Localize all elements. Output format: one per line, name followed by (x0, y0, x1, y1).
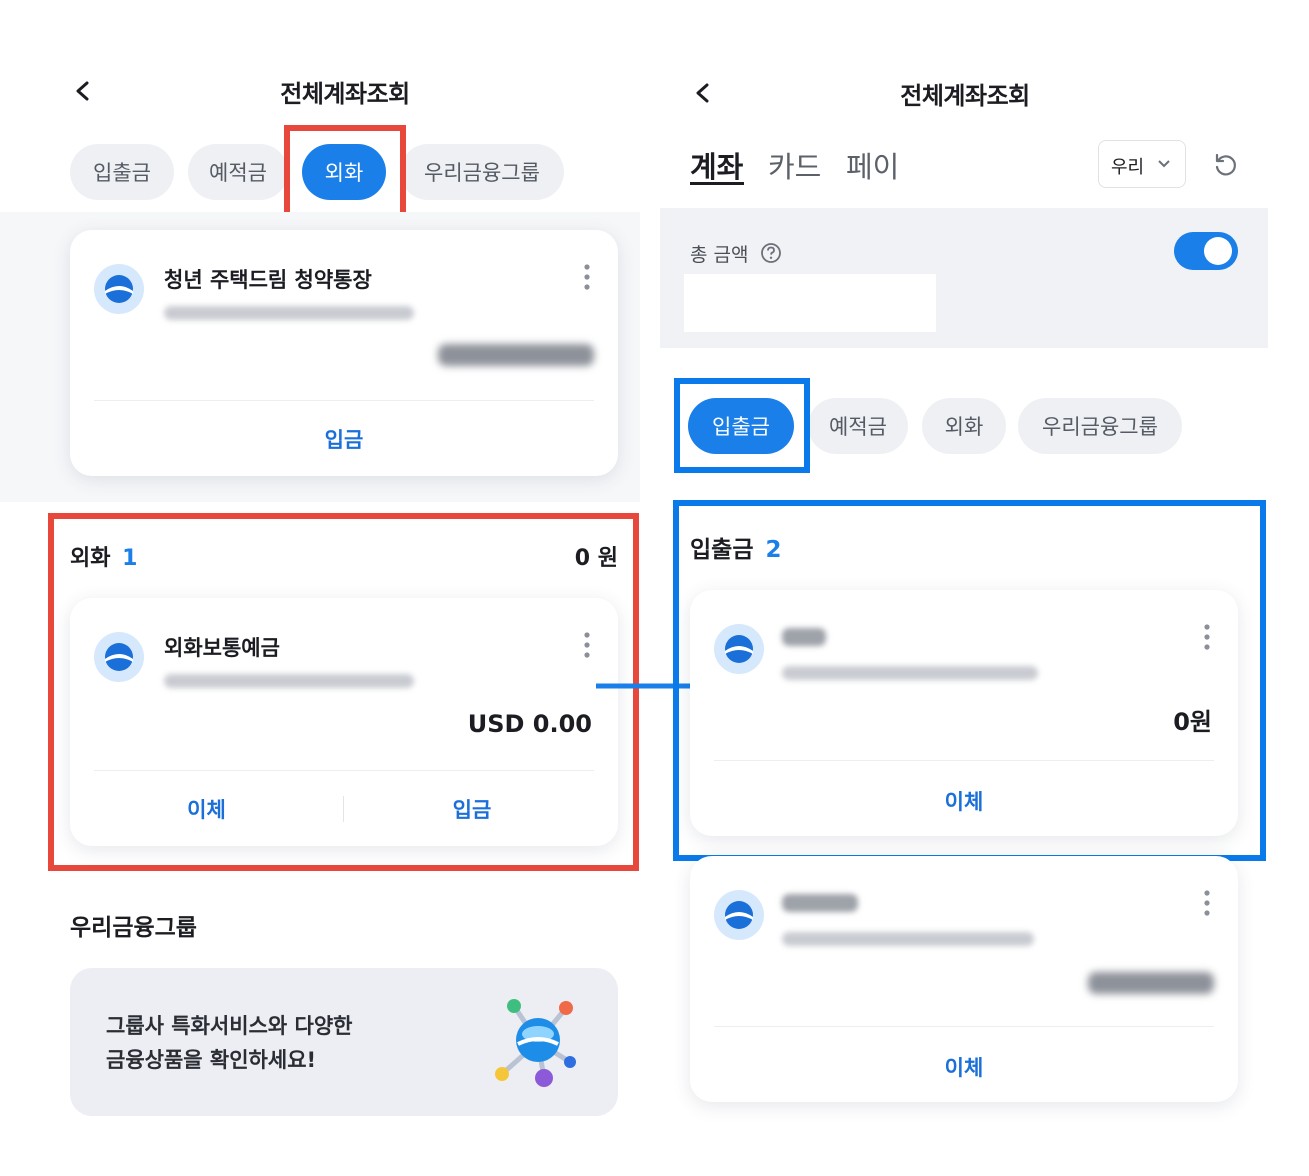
total-amount-redacted (684, 274, 936, 332)
account-card-savings[interactable]: 청년 주택드림 청약통장 입금 (70, 230, 618, 476)
account-name: 청년 주택드림 청약통장 (164, 268, 372, 292)
chip-savings[interactable]: 예적금 (188, 144, 288, 200)
chip-savings[interactable]: 예적금 (808, 398, 908, 454)
woori-bank-logo-icon (714, 890, 764, 940)
group-section-title: 우리금융그룹 (70, 915, 197, 941)
bank-select-dropdown[interactable]: 우리 (1098, 140, 1186, 188)
account-number-redacted (782, 932, 1034, 946)
tab-active-underline (690, 182, 744, 185)
tab-card[interactable]: 카드 (768, 144, 821, 186)
network-globe-icon (495, 999, 576, 1087)
account-number-redacted (164, 306, 414, 320)
chip-deposit-withdrawal[interactable]: 입출금 (70, 144, 174, 200)
total-label-text: 총 금액 (690, 244, 749, 266)
account-name-redacted (782, 894, 858, 912)
chip-foreign-currency[interactable]: 외화 (922, 398, 1006, 454)
banner-text-line2: 금융상품을 확인하세요! (106, 1048, 317, 1072)
total-amount-panel: 총 금액 (660, 208, 1268, 348)
highlight-box-blue-section (673, 500, 1266, 861)
back-arrow-icon[interactable] (692, 82, 714, 104)
highlight-box-red-section (48, 513, 639, 871)
more-options-icon[interactable] (584, 264, 590, 290)
visibility-toggle[interactable] (1174, 232, 1238, 270)
deposit-button[interactable]: 입금 (70, 424, 618, 454)
transfer-button[interactable]: 이체 (690, 1052, 1238, 1082)
chip-woori-group[interactable]: 우리금융그룹 (1018, 398, 1182, 454)
bank-select-value: 우리 (1111, 157, 1145, 178)
refresh-icon[interactable] (1212, 152, 1238, 178)
card-divider (714, 1026, 1214, 1027)
highlight-box-blue-chip (674, 378, 810, 473)
balance-redacted (1088, 972, 1214, 994)
balance-redacted (438, 344, 594, 366)
toggle-knob (1204, 237, 1232, 265)
card-divider (94, 400, 594, 401)
chevron-down-icon (1158, 160, 1170, 168)
tab-account[interactable]: 계좌 (690, 144, 743, 186)
page-title: 전체계좌조회 (900, 82, 1030, 110)
tab-pay[interactable]: 페이 (846, 144, 899, 186)
account-card-2[interactable]: 이체 (690, 856, 1238, 1102)
highlight-box-red-chip (284, 125, 406, 218)
left-screen: 전체계좌조회 입출금 예적금 외화 우리금융그룹 청년 주택드림 청약통장 입금… (0, 0, 640, 1176)
right-screen: 전체계좌조회 계좌 카드 페이 우리 총 금액 입출금 예적금 외화 우리금융그… (660, 0, 1309, 1176)
back-arrow-icon[interactable] (72, 80, 94, 102)
more-options-icon[interactable] (1204, 890, 1210, 916)
help-question-icon[interactable] (760, 242, 782, 264)
woori-bank-logo-icon (94, 264, 144, 314)
group-banner[interactable]: 그룹사 특화서비스와 다양한 금융상품을 확인하세요! (70, 968, 618, 1116)
page-title: 전체계좌조회 (280, 80, 410, 108)
total-amount-label: 총 금액 (690, 240, 748, 267)
chip-woori-group[interactable]: 우리금융그룹 (400, 144, 564, 200)
banner-text-line1: 그룹사 특화서비스와 다양한 (106, 1014, 353, 1038)
